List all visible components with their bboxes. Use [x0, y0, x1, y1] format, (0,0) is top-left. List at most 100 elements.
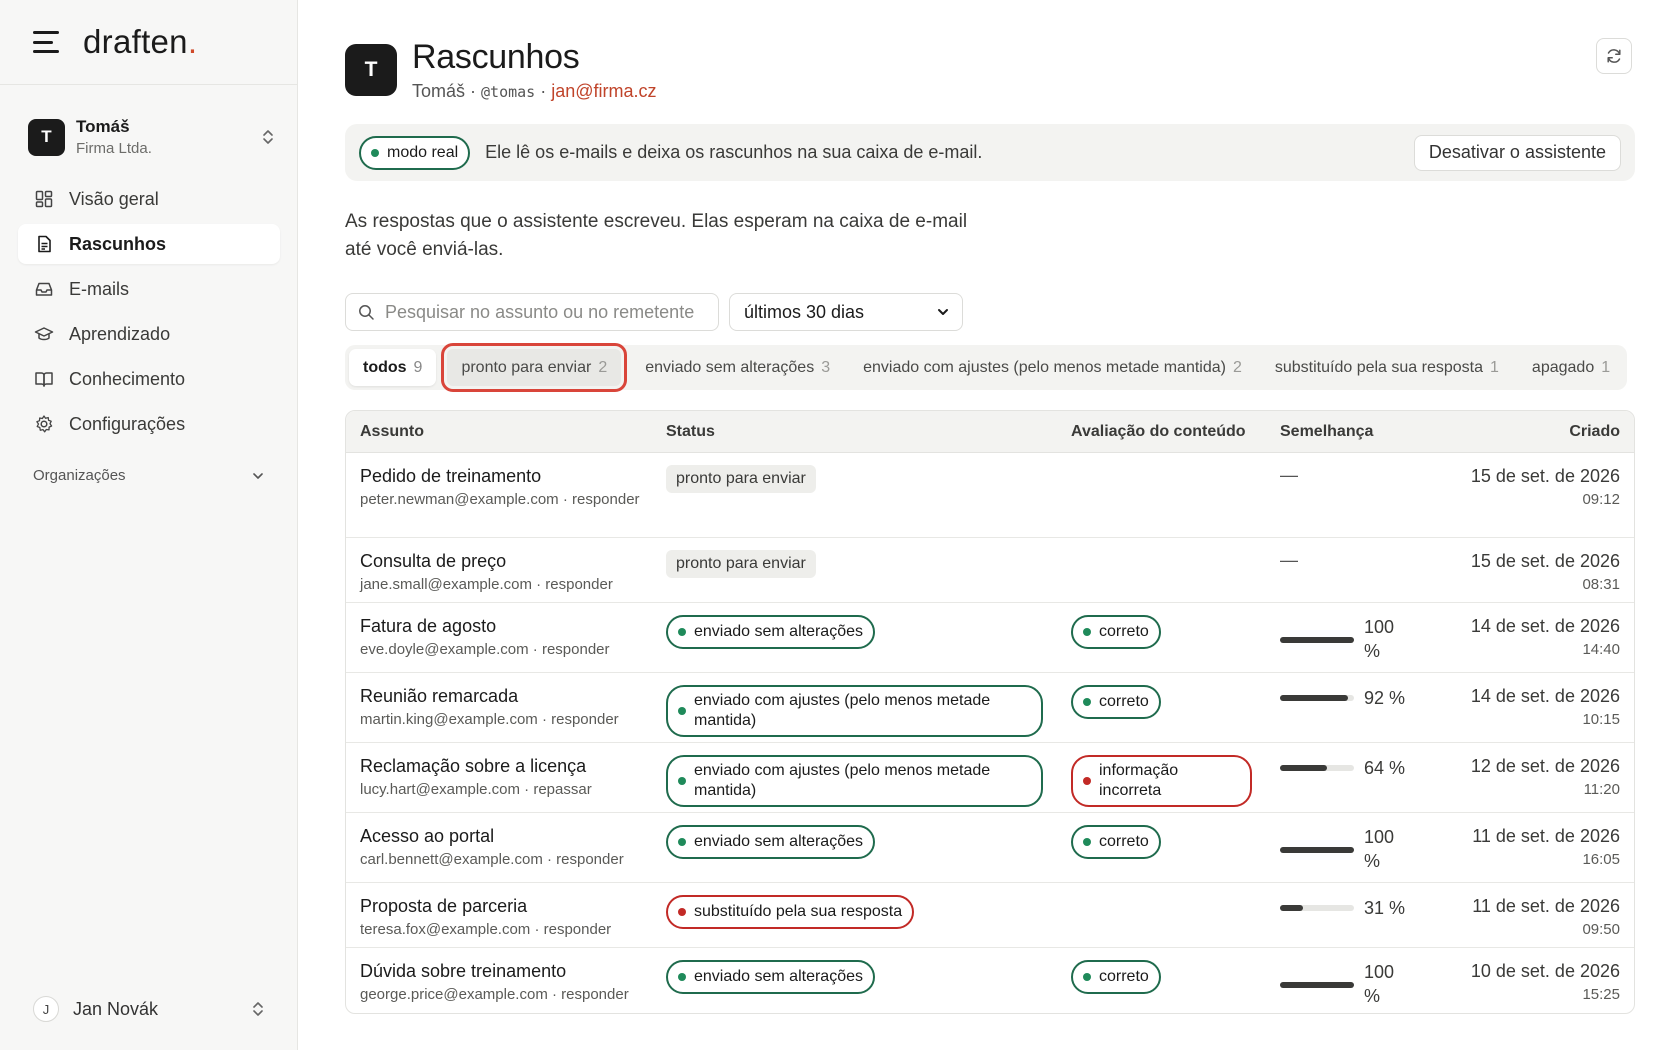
evaluation-badge: correto: [1071, 825, 1161, 859]
chevron-up-down-icon: [258, 128, 278, 147]
status-label: enviado sem alterações: [694, 968, 863, 985]
refresh-icon: [1607, 49, 1621, 63]
evaluation-label: correto: [1099, 833, 1149, 850]
created-time: 14:40: [1582, 641, 1620, 658]
chevron-up-down-icon: [253, 1002, 263, 1016]
tab-sent-unchanged[interactable]: enviado sem alterações 3: [631, 349, 844, 386]
draft-subject[interactable]: Reunião remarcada: [360, 685, 666, 707]
similarity-bar: [1280, 905, 1354, 911]
banner-text: Ele lê os e-mails e deixa os rascunhos n…: [485, 142, 983, 162]
tab-sent-adjusted[interactable]: enviado com ajustes (pelo menos metade m…: [849, 349, 1256, 386]
column-evaluation[interactable]: Avaliação do conteúdo: [1071, 423, 1280, 441]
column-subject[interactable]: Assunto: [346, 423, 666, 441]
created-time: 16:05: [1582, 851, 1620, 868]
draft-sender: jane.small@example.com · responder: [360, 576, 613, 593]
sidebar-item-settings[interactable]: Configurações: [18, 404, 280, 444]
status-badge: enviado sem alterações: [666, 960, 875, 994]
similarity-bar-fill: [1280, 905, 1303, 911]
tab-replaced[interactable]: substituído pela sua resposta 1: [1261, 349, 1513, 386]
status-badge: enviado sem alterações: [666, 615, 875, 649]
cell-evaluation: correto: [1071, 813, 1280, 882]
created-date: 15 de set. de 2026: [1470, 466, 1620, 486]
cell-evaluation: [1071, 453, 1280, 537]
sidebar-item-overview[interactable]: Visão geral: [18, 179, 280, 219]
created-time: 10:15: [1582, 711, 1620, 728]
draft-subject[interactable]: Pedido de treinamento: [360, 465, 666, 487]
user-avatar: J: [33, 996, 59, 1022]
organizations-toggle[interactable]: Organizações: [33, 467, 265, 484]
period-selected: últimos 30 dias: [744, 301, 865, 322]
cell-similarity: 100 %: [1280, 948, 1445, 1013]
similarity-value: 100 %: [1364, 617, 1395, 661]
similarity-empty: —: [1280, 465, 1298, 485]
cell-subject: Reunião remarcada martin.king@example.com…: [346, 673, 666, 742]
tab-deleted[interactable]: apagado 1: [1518, 349, 1624, 386]
search-box[interactable]: [345, 293, 719, 331]
table-row[interactable]: Pedido de treinamento peter.newman@exampl…: [346, 453, 1634, 538]
status-label: enviado com ajustes (pelo menos metade m…: [694, 692, 991, 729]
cell-subject: Consulta de preço jane.small@example.com …: [346, 538, 666, 602]
cell-evaluation: [1071, 538, 1280, 602]
deactivate-assistant-button[interactable]: Desativar o assistente: [1413, 134, 1621, 171]
workspace-name: Tomáš: [76, 117, 130, 136]
sidebar-item-label: Rascunhos: [69, 233, 167, 254]
draft-subject[interactable]: Proposta de parceria: [360, 895, 666, 917]
search-input[interactable]: [385, 301, 705, 323]
user-menu[interactable]: J Jan Novák: [33, 994, 265, 1024]
column-similarity[interactable]: Semelhança: [1280, 423, 1445, 441]
draft-subject[interactable]: Reclamação sobre a licença: [360, 755, 666, 777]
status-tabs: todos 9 pronto para enviar 2 enviado sem a…: [345, 343, 1627, 392]
sidebar-item-knowledge[interactable]: Conhecimento: [18, 359, 280, 399]
draft-subject[interactable]: Consulta de preço: [360, 550, 666, 572]
sidebar-item-emails[interactable]: E-mails: [18, 269, 280, 309]
cell-status: enviado sem alterações: [666, 948, 1071, 1013]
draft-sender: martin.king@example.com · responder: [360, 711, 619, 728]
draft-sender: teresa.fox@example.com · responder: [360, 921, 612, 938]
period-select[interactable]: últimos 30 dias: [729, 293, 963, 331]
table-row[interactable]: Fatura de agosto eve.doyle@example.com · …: [346, 603, 1634, 673]
table-row[interactable]: Acesso ao portal carl.bennett@example.com…: [346, 813, 1634, 883]
evaluation-badge: correto: [1071, 960, 1161, 994]
table-body: Pedido de treinamento peter.newman@exampl…: [346, 453, 1634, 1013]
cell-created: 15 de set. de 2026 08:31: [1445, 538, 1634, 602]
status-badge: enviado com ajustes (pelo menos metade m…: [666, 685, 1043, 737]
draft-subject[interactable]: Dúvida sobre treinamento: [360, 960, 666, 982]
draft-subject[interactable]: Fatura de agosto: [360, 615, 666, 637]
sidebar-item-drafts[interactable]: Rascunhos: [18, 224, 280, 264]
cell-subject: Pedido de treinamento peter.newman@exampl…: [346, 453, 666, 537]
cell-similarity: —: [1280, 538, 1445, 602]
table-row[interactable]: Reunião remarcada martin.king@example.com…: [346, 673, 1634, 743]
refresh-button[interactable]: [1596, 38, 1632, 74]
similarity-meter: 100 %: [1280, 615, 1445, 663]
sidebar-item-learning[interactable]: Aprendizado: [18, 314, 280, 354]
brand-bar: draften.: [0, 0, 297, 85]
draft-subject[interactable]: Acesso ao portal: [360, 825, 666, 847]
table-row[interactable]: Proposta de parceria teresa.fox@example.c…: [346, 883, 1634, 948]
user-name: Jan Novák: [73, 998, 159, 1019]
status-badge: pronto para enviar: [666, 550, 816, 578]
column-created[interactable]: Criado: [1445, 423, 1634, 441]
draft-sender: lucy.hart@example.com · repassar: [360, 781, 592, 798]
cell-status: enviado com ajustes (pelo menos metade m…: [666, 673, 1071, 742]
column-status[interactable]: Status: [666, 423, 1071, 441]
organizations-label: Organizações: [33, 467, 126, 484]
cell-evaluation: correto: [1071, 673, 1280, 742]
similarity-bar-fill: [1280, 982, 1354, 988]
workspace-switcher[interactable]: T Tomáš Firma Ltda.: [28, 113, 278, 161]
cell-status: enviado sem alterações: [666, 603, 1071, 672]
table-row[interactable]: Consulta de preço jane.small@example.com …: [346, 538, 1634, 603]
tab-ready-to-send[interactable]: pronto para enviar 2: [441, 343, 628, 392]
account-email[interactable]: jan@firma.cz: [551, 81, 656, 101]
table-row[interactable]: Dúvida sobre treinamento george.price@exa…: [346, 948, 1634, 1013]
evaluation-badge: informação incorreta: [1071, 755, 1252, 807]
status-dot: [1083, 973, 1091, 981]
logo[interactable]: draften.: [83, 23, 197, 61]
assistant-banner: modo real Ele lê os e-mails e deixa os r…: [345, 124, 1635, 181]
search-icon: [359, 304, 374, 320]
menu-icon[interactable]: [33, 31, 59, 53]
similarity-bar: [1280, 637, 1354, 643]
table-row[interactable]: Reclamação sobre a licença lucy.hart@exam…: [346, 743, 1634, 813]
page-title: Rascunhos: [412, 37, 580, 76]
tab-all[interactable]: todos 9: [349, 349, 437, 386]
similarity-bar-fill: [1280, 765, 1328, 771]
